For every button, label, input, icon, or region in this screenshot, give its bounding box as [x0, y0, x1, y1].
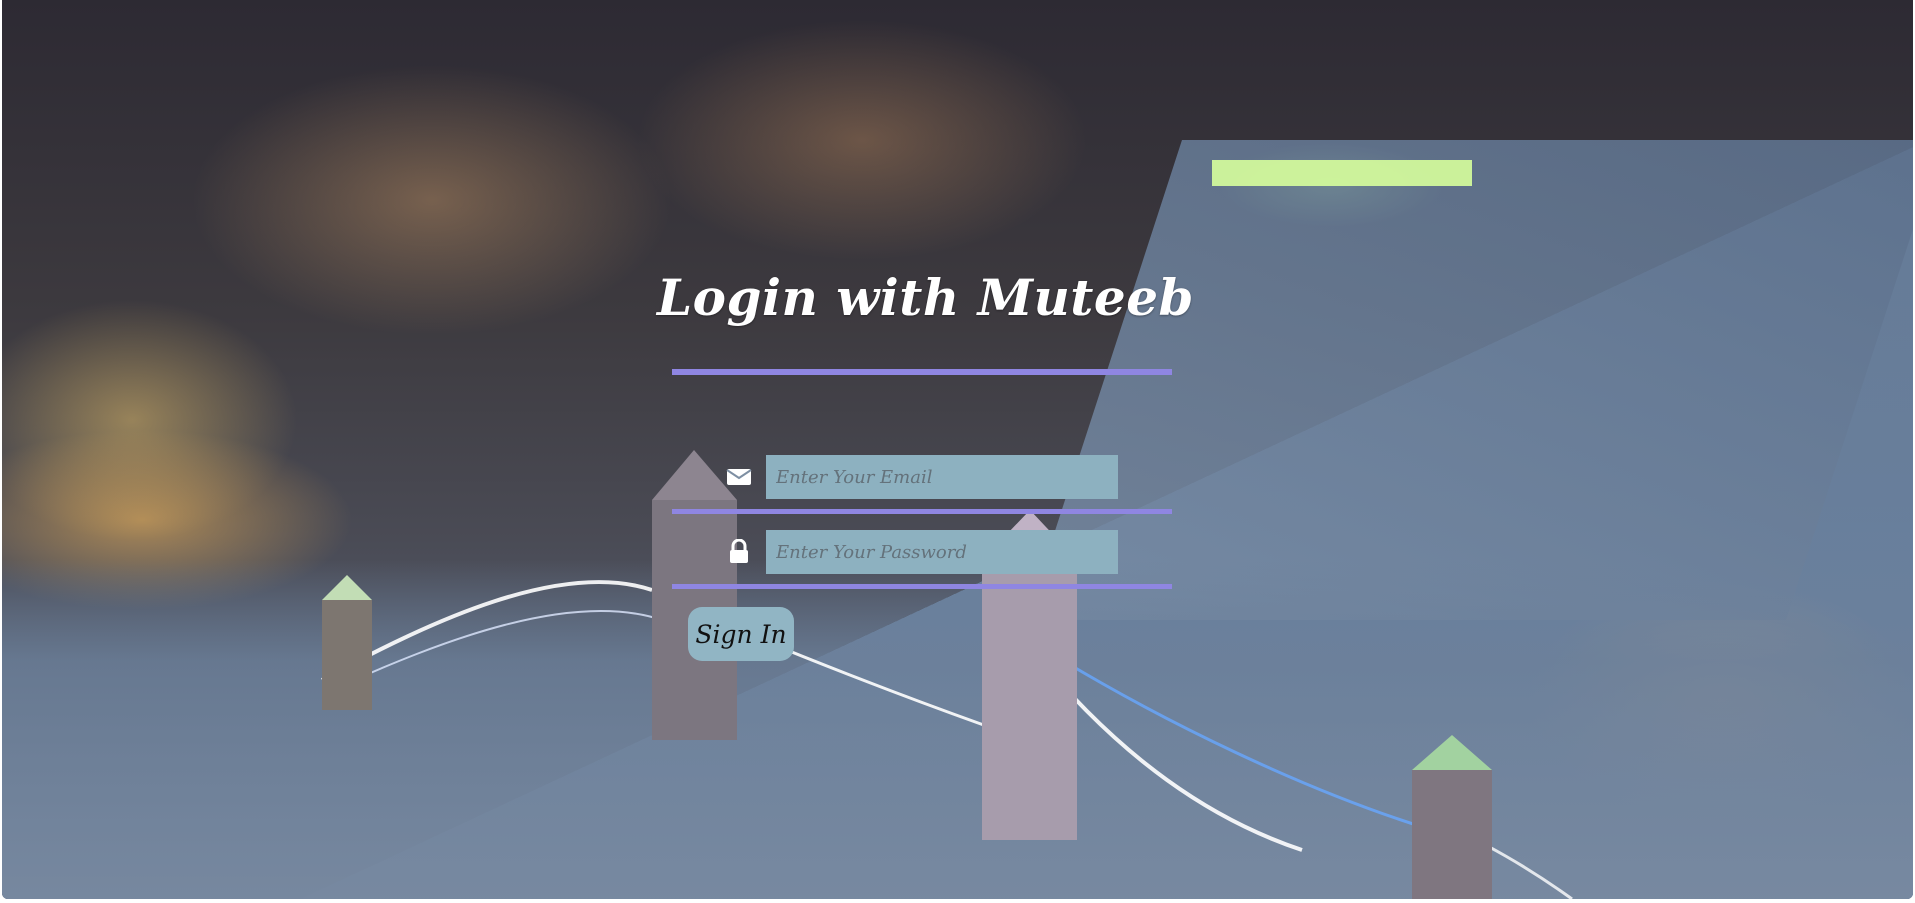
tower-bridge-illustration	[321, 160, 1573, 899]
page-title: Login with Muteeb	[657, 268, 1194, 327]
email-row	[724, 454, 1118, 500]
lock-icon	[724, 537, 754, 567]
login-page: Login with Muteeb Sign In	[2, 0, 1913, 899]
password-field[interactable]	[766, 530, 1118, 574]
sign-in-button[interactable]: Sign In	[688, 607, 794, 661]
password-underline	[672, 584, 1172, 589]
email-underline	[672, 509, 1172, 514]
title-underline	[672, 369, 1172, 375]
envelope-icon	[724, 462, 754, 492]
password-row	[724, 529, 1118, 575]
email-field[interactable]	[766, 455, 1118, 499]
